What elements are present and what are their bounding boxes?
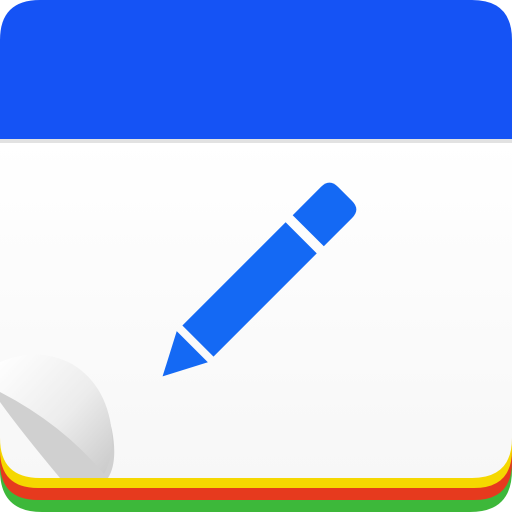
notepad-header (0, 0, 512, 140)
notepad-pencil-app-icon (0, 0, 512, 512)
header-divider (0, 139, 512, 143)
